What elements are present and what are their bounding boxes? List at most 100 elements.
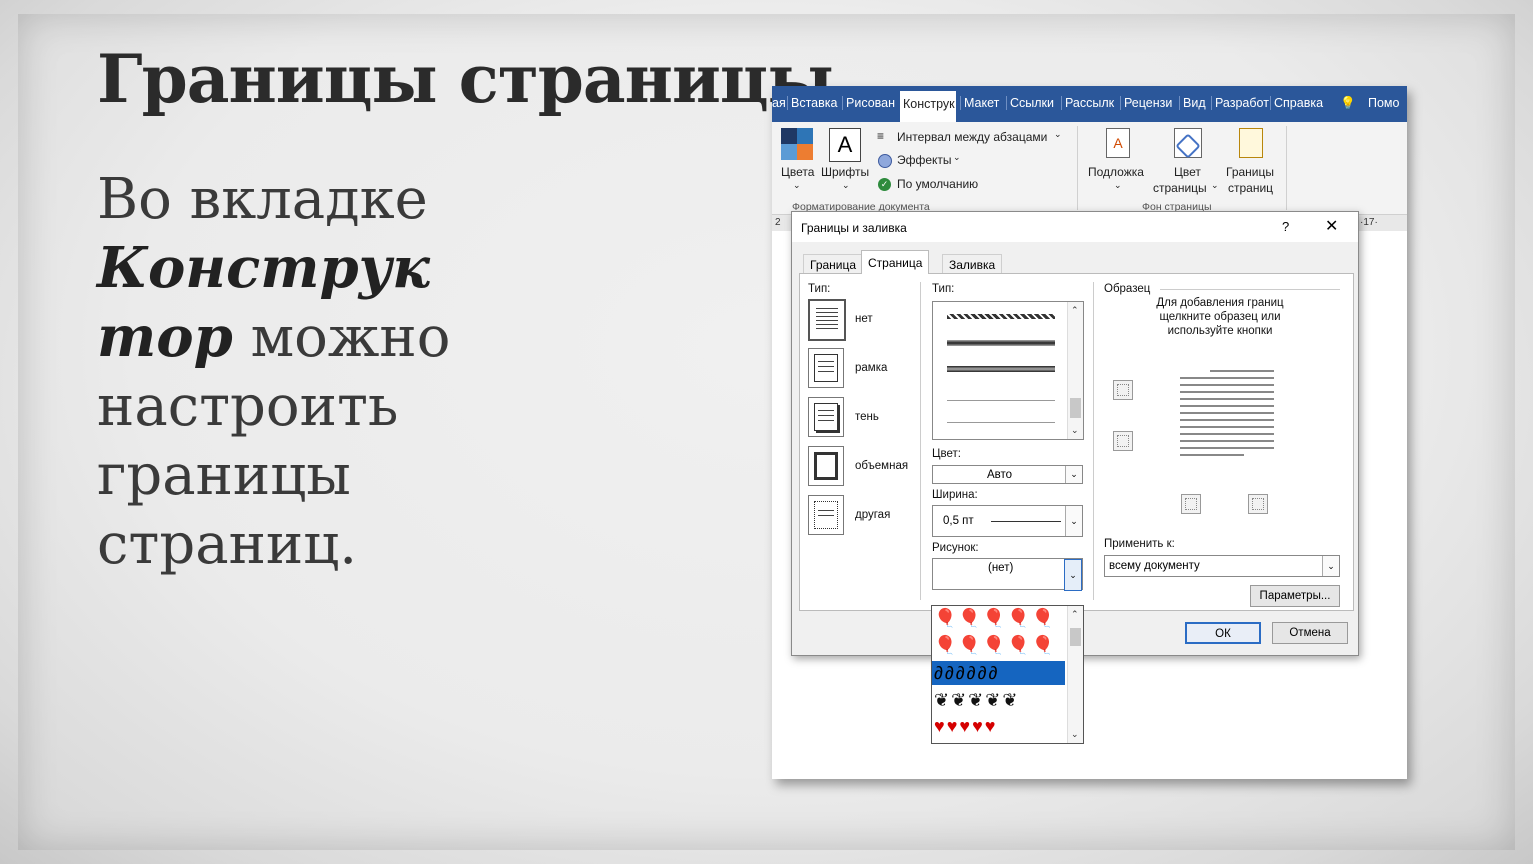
page-color-icon[interactable] [1174,128,1202,159]
chevron-down-icon[interactable]: ⌄ [842,180,850,191]
watermark-button[interactable]: Подложка [1088,165,1144,179]
setting-none-icon[interactable] [808,299,846,341]
tab-draw[interactable]: Рисован [842,96,895,110]
chevron-down-icon[interactable]: ⌄ [1114,180,1122,191]
page-borders-icon[interactable] [1239,128,1263,158]
style-label: Тип: [932,283,955,295]
chevron-down-icon[interactable]: ⌄ [793,180,801,191]
setting-box-label[interactable]: рамка [855,362,887,374]
dialog-tab-shading[interactable]: Заливка [942,254,1003,273]
column-divider [920,282,921,600]
line-style-item[interactable] [947,400,1055,401]
default-button[interactable]: По умолчанию [897,177,978,191]
tab-design[interactable]: Конструк [900,91,956,122]
line-style-scrollbar[interactable]: ⌃ ⌄ [1067,302,1083,439]
border-preview[interactable]: Для добавления границ щелкните образец и… [1100,297,1340,547]
right-border-button[interactable] [1248,494,1268,514]
dialog-tab-page[interactable]: Страница [861,250,930,274]
scroll-thumb[interactable] [1070,628,1081,646]
tab-insert[interactable]: Вставка [787,96,837,110]
tab-help[interactable]: Справка [1270,96,1323,110]
color-select[interactable]: Авто ⌄ [932,465,1083,484]
setting-shadow-label[interactable]: тень [855,411,879,423]
fonts-button[interactable]: Шрифты [821,165,869,179]
bottom-border-button[interactable] [1113,431,1133,451]
chevron-down-icon[interactable]: ⌄ [953,152,961,163]
scroll-thumb[interactable] [1070,398,1081,418]
column-divider [1093,282,1094,600]
options-button[interactable]: Параметры... [1250,585,1340,607]
dialog-title: Границы и заливка [801,221,907,235]
art-dropdown-list[interactable]: 🎈🎈🎈🎈🎈 🎈🎈🎈🎈🎈 ∂∂∂∂∂∂ ❦❦❦❦❦ ♥♥♥♥♥ ⌃ ⌄ [931,605,1084,744]
slide-background: Границы страницы Во вкладке Конструк тор … [0,0,1533,864]
preview-hint-line3: используйте кнопки [1167,325,1273,337]
top-border-button[interactable] [1113,380,1133,400]
art-select[interactable]: (нет) ⌄ [932,558,1083,591]
setting-box-icon[interactable] [808,348,844,388]
tab-home[interactable]: ая [772,96,786,110]
chevron-down-icon[interactable]: ⌄ [1054,129,1062,140]
apply-to-select[interactable]: всему документу ⌄ [1104,555,1340,577]
art-option[interactable]: 🎈🎈🎈🎈🎈 [934,606,1065,630]
chevron-down-icon[interactable]: ⌄ [1065,466,1082,483]
lightbulb-icon[interactable]: 💡 [1340,96,1356,111]
borders-and-shading-dialog: Границы и заливка ? ✕ Граница Заливка Ти… [791,211,1359,656]
watermark-icon[interactable]: A [1106,128,1130,158]
colors-icon[interactable] [781,128,813,160]
close-icon[interactable]: ✕ [1325,216,1338,236]
paragraph-spacing-button[interactable]: Интервал между абзацами [897,130,1047,144]
apply-to-label: Применить к: [1104,538,1175,550]
effects-button[interactable]: Эффекты [897,153,952,167]
setting-3d-icon[interactable] [808,446,844,486]
chevron-down-icon[interactable]: ⌄ [1065,506,1082,536]
line-style-item[interactable] [947,422,1055,423]
cancel-button[interactable]: Отмена [1272,622,1348,644]
preview-hint-line2: щелкните образец или [1159,311,1281,323]
chevron-down-icon[interactable]: ⌄ [1211,180,1219,191]
art-option-selected[interactable]: ∂∂∂∂∂∂ [932,661,1065,685]
line-style-item[interactable] [947,314,1055,319]
art-option[interactable]: ❦❦❦❦❦ [934,688,1065,712]
tab-layout[interactable]: Макет [960,96,999,110]
preview-label: Образец [1104,283,1151,295]
checkmark-icon[interactable]: ✓ [878,178,891,191]
chevron-up-icon[interactable]: ⌃ [1071,609,1079,620]
fonts-icon[interactable]: A [829,128,861,162]
setting-none-label[interactable]: нет [855,313,873,325]
width-select[interactable]: 0,5 пт ⌄ [932,505,1083,537]
ok-button[interactable]: ОК [1185,622,1261,644]
page-color-button-line2[interactable]: страницы [1153,181,1207,195]
preview-hint-line1: Для добавления границ [1156,297,1284,309]
chevron-down-icon[interactable]: ⌄ [1064,559,1082,591]
chevron-down-icon[interactable]: ⌄ [1071,729,1079,740]
body-text-intro: Во вкладке [97,167,428,232]
setting-3d-label[interactable]: объемная [855,460,908,472]
tab-developer[interactable]: Разработ [1211,96,1269,110]
effects-icon[interactable] [878,154,892,168]
help-icon[interactable]: ? [1282,219,1289,234]
setting-shadow-icon[interactable] [808,397,844,437]
setting-custom-icon[interactable] [808,495,844,535]
chevron-up-icon[interactable]: ⌃ [1071,305,1079,316]
dialog-tab-border[interactable]: Граница [803,254,864,273]
tab-mailings[interactable]: Рассылк [1061,96,1114,110]
left-border-button[interactable] [1181,494,1201,514]
tab-references[interactable]: Ссылки [1006,96,1054,110]
colors-button[interactable]: Цвета [781,165,814,179]
line-style-item[interactable] [947,366,1055,372]
page-color-button-line1[interactable]: Цвет [1174,165,1201,179]
tab-tell-me[interactable]: Помо [1368,96,1399,110]
setting-custom-label[interactable]: другая [855,509,890,521]
art-list-scrollbar[interactable]: ⌃ ⌄ [1067,606,1083,743]
art-option[interactable]: ♥♥♥♥♥ [934,714,1065,738]
chevron-down-icon[interactable]: ⌄ [1071,425,1079,436]
line-style-list[interactable]: ⌃ ⌄ [932,301,1084,440]
page-borders-button-line2[interactable]: страниц [1228,181,1273,195]
chevron-down-icon[interactable]: ⌄ [1322,556,1339,576]
page-borders-button-line1[interactable]: Границы [1226,165,1274,179]
tab-view[interactable]: Вид [1179,96,1206,110]
line-style-item[interactable] [947,340,1055,346]
tab-review[interactable]: Рецензи [1120,96,1172,110]
art-option[interactable]: 🎈🎈🎈🎈🎈 [934,633,1065,657]
paragraph-spacing-icon[interactable]: ≡ [877,129,884,143]
